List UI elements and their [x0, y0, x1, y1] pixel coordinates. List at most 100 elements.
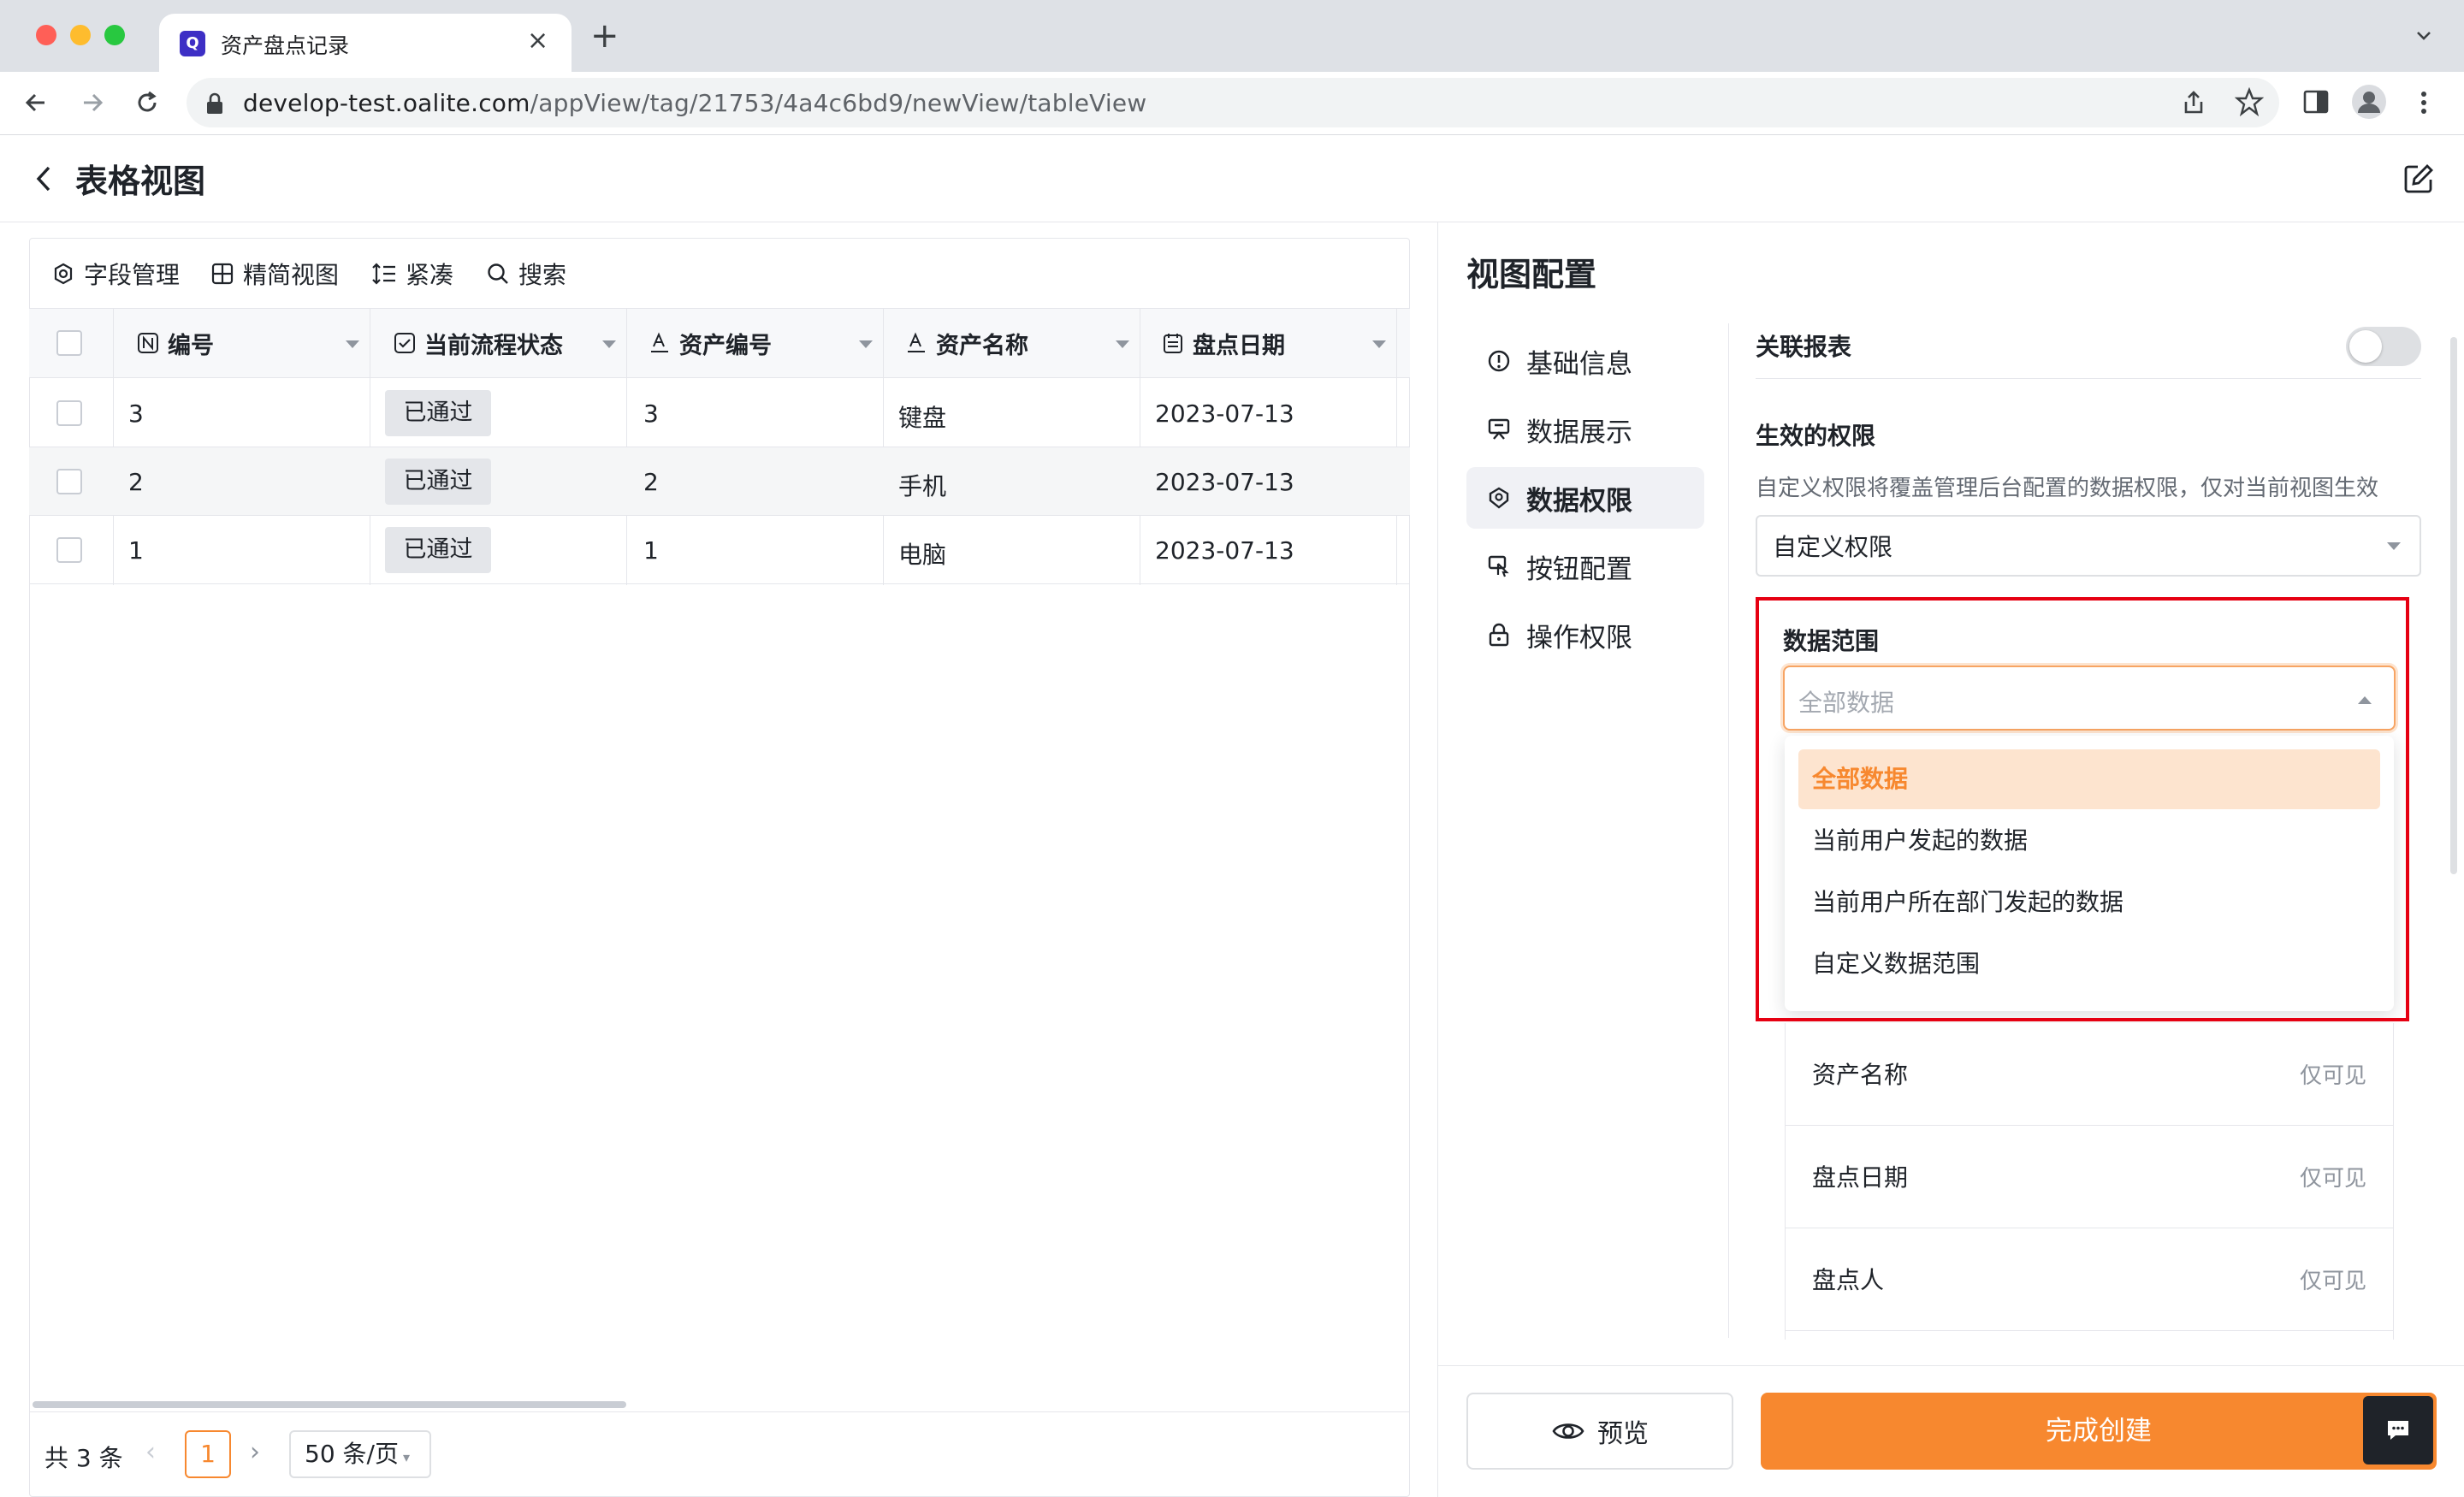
simple-view-button[interactable]: 精简视图 [210, 257, 339, 291]
page-title: 表格视图 [75, 163, 206, 200]
cell-asset-no: 2 [643, 468, 659, 496]
pagination-total: 共 3 条 [44, 1444, 123, 1472]
share-icon[interactable] [2180, 89, 2207, 116]
select-all-checkbox[interactable] [56, 330, 82, 356]
app-favicon-icon: Q [180, 31, 205, 56]
nav-item-label: 数据展示 [1526, 417, 1632, 448]
nav-item-button-config[interactable]: 按钮配置 [1466, 535, 1704, 597]
compact-button[interactable]: 紧凑 [371, 257, 453, 291]
field-permission-value[interactable]: 仅可见 [2300, 1263, 2366, 1295]
permission-select-caret-icon[interactable] [2387, 542, 2401, 550]
permission-select-value: 自定义权限 [1773, 533, 1893, 561]
bookmark-star-icon[interactable] [2235, 87, 2264, 116]
profile-avatar-icon[interactable] [2351, 84, 2387, 120]
browser-tab[interactable]: Q 资产盘点记录 × [159, 14, 572, 72]
column-header-id[interactable]: 编号 [137, 308, 214, 378]
chat-support-button[interactable] [2363, 1396, 2433, 1464]
column-header-label: 盘点日期 [1193, 332, 1285, 359]
action-bar-divider [1437, 1365, 2464, 1366]
field-permission-value[interactable]: 仅可见 [2300, 1058, 2366, 1090]
window-minimize-button[interactable] [70, 25, 91, 45]
cell-asset-name: 电脑 [898, 541, 947, 569]
nav-item-label: 基础信息 [1526, 348, 1632, 380]
permission-label: 生效的权限 [1756, 422, 1876, 450]
settings-gear-icon [54, 263, 73, 285]
column-menu-caret-icon[interactable] [346, 340, 359, 348]
field-name: 资产名称 [1812, 1061, 1909, 1089]
prev-page-icon[interactable]: ‹ [145, 1437, 156, 1467]
linked-report-label: 关联报表 [1756, 333, 1852, 361]
back-chevron-icon[interactable] [33, 164, 55, 193]
back-arrow-icon[interactable] [22, 89, 50, 116]
config-vertical-scrollbar[interactable] [2450, 337, 2457, 874]
permission-hint: 自定义权限将覆盖管理后台配置的数据权限，仅对当前视图生效 [1756, 476, 2379, 501]
status-badge: 已通过 [385, 459, 491, 505]
nav-item-operation-permission[interactable]: 操作权限 [1466, 604, 1704, 666]
status-badge: 已通过 [385, 390, 491, 436]
current-page-button[interactable]: 1 [185, 1430, 231, 1478]
url-text[interactable]: develop-test.oalite.com/appView/tag/2175… [243, 89, 1146, 117]
nav-item-label: 数据权限 [1526, 485, 1632, 517]
search-button[interactable]: 搜索 [486, 257, 566, 291]
row-checkbox[interactable] [56, 537, 82, 563]
forward-arrow-icon[interactable] [79, 89, 106, 116]
column-menu-caret-icon[interactable] [602, 340, 616, 348]
number-field-icon [138, 333, 158, 353]
toggle-knob[interactable] [2349, 330, 2382, 363]
search-label: 搜索 [518, 261, 567, 289]
row-checkbox[interactable] [56, 400, 82, 426]
nav-item-data-display[interactable]: 数据展示 [1466, 399, 1704, 460]
page-size-select[interactable]: 50 条/页 ▾ [289, 1430, 431, 1478]
lock-icon[interactable] [205, 92, 224, 115]
preview-button[interactable]: 预览 [1466, 1393, 1733, 1470]
column-header-date[interactable]: 盘点日期 [1162, 308, 1285, 378]
field-management-button[interactable]: 字段管理 [51, 257, 180, 291]
edit-icon[interactable] [2402, 163, 2435, 195]
cell-asset-no: 3 [643, 399, 659, 428]
column-menu-caret-icon[interactable] [1116, 340, 1129, 348]
column-menu-caret-icon[interactable] [859, 340, 873, 348]
text-field-icon [651, 332, 668, 352]
button-click-icon [1488, 555, 1509, 577]
config-title: 视图配置 [1466, 256, 1597, 293]
window-maximize-button[interactable] [104, 25, 125, 45]
new-tab-icon[interactable]: + [590, 19, 619, 53]
cell-asset-name: 键盘 [898, 404, 947, 432]
lock-icon [1489, 623, 1509, 647]
tab-search-chevron-icon[interactable] [2414, 26, 2433, 44]
row-checkbox[interactable] [56, 469, 82, 494]
window-close-button[interactable] [36, 25, 56, 45]
date-field-icon [1164, 334, 1182, 353]
permission-select[interactable]: 自定义权限 [1756, 515, 2421, 577]
column-header-asset-no[interactable]: 资产编号 [649, 308, 772, 378]
data-permission-icon [1489, 487, 1509, 509]
field-permission-value[interactable]: 仅可见 [2300, 1161, 2366, 1192]
column-header-status[interactable]: 当前流程状态 [394, 308, 563, 378]
cell-date: 2023-07-13 [1155, 399, 1294, 428]
nav-item-data-permission[interactable]: 数据权限 [1466, 467, 1704, 529]
horizontal-scrollbar[interactable] [33, 1401, 626, 1408]
nav-item-label: 按钮配置 [1526, 553, 1632, 585]
field-name: 盘点日期 [1812, 1163, 1909, 1192]
text-field-icon [908, 332, 925, 352]
eye-icon [1552, 1423, 1584, 1439]
side-panel-icon[interactable] [2303, 89, 2329, 115]
browser-menu-icon[interactable] [2418, 89, 2430, 116]
nav-item-label: 操作权限 [1526, 622, 1632, 654]
column-header-label: 资产名称 [936, 332, 1028, 359]
config-nav-divider [1728, 323, 1729, 1338]
display-board-icon [1488, 418, 1510, 440]
field-name: 盘点人 [1812, 1266, 1885, 1294]
next-page-icon[interactable]: › [250, 1437, 260, 1467]
search-icon [488, 263, 508, 284]
reload-icon[interactable] [133, 89, 161, 116]
column-menu-caret-icon[interactable] [1372, 340, 1386, 348]
grid-icon [211, 263, 234, 285]
nav-item-basic-info[interactable]: 基础信息 [1466, 330, 1704, 392]
field-management-label: 字段管理 [84, 261, 181, 289]
page-header [0, 135, 2464, 222]
tab-close-icon[interactable]: × [527, 26, 548, 56]
column-header-asset-name[interactable]: 资产名称 [905, 308, 1028, 378]
column-header-label: 编号 [168, 332, 214, 359]
finish-create-button[interactable]: 完成创建 [1761, 1393, 2437, 1470]
